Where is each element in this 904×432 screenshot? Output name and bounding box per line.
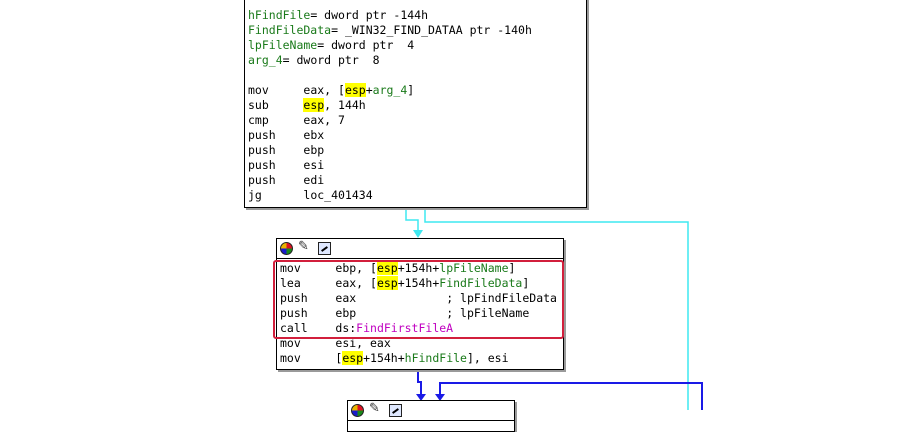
mnemonic: push	[248, 173, 304, 187]
instruction-line[interactable]: push edi	[248, 173, 532, 188]
var-name: lpFileName	[248, 38, 318, 52]
register-highlight: esp	[344, 83, 366, 97]
graph-icon[interactable]	[318, 242, 331, 255]
operand: loc_401434	[303, 188, 373, 202]
instruction-line[interactable]: mov [esp+154h+hFindFile], esi	[280, 351, 557, 366]
operand: +	[365, 83, 373, 97]
instruction-line[interactable]: mov eax, [esp+arg_4]	[248, 83, 532, 98]
register-highlight: esp	[342, 351, 364, 365]
mnemonic: mov	[248, 83, 304, 97]
var-def: = dword ptr -144h	[310, 8, 429, 22]
operand: edi	[303, 173, 325, 187]
var-def: = _WIN32_FIND_DATAA ptr -140h	[331, 23, 532, 37]
code-block-loop[interactable]	[347, 400, 515, 432]
mnemonic: push	[248, 128, 304, 142]
operand: eax, 7	[303, 113, 345, 127]
instruction-line[interactable]: push esi	[248, 158, 532, 173]
stack-var-line[interactable]: lpFileName= dword ptr 4	[248, 38, 532, 53]
edge-block2-to-block3	[417, 369, 422, 398]
var-ref: hFindFile	[404, 351, 467, 365]
mnemonic: mov	[280, 351, 336, 365]
stack-var-line[interactable]: hFindFile= dword ptr -144h	[248, 8, 532, 23]
block-header	[348, 401, 514, 421]
colorful-globe-icon[interactable]	[280, 242, 293, 255]
var-name: arg_4	[248, 53, 283, 67]
code-listing: hFindFile= dword ptr -144h FindFileData= …	[248, 8, 532, 203]
block-header	[277, 239, 563, 259]
operand: ], esi	[466, 351, 509, 365]
code-block-entry[interactable]: hFindFile= dword ptr -144h FindFileData= …	[244, 0, 587, 208]
edge-fallthrough-block1-to-block2	[405, 207, 419, 232]
register-highlight: esp	[303, 98, 325, 112]
mnemonic: push	[248, 143, 304, 157]
operand: esi	[303, 158, 325, 172]
operand: ebp	[303, 143, 325, 157]
var-def: = dword ptr 8	[282, 53, 380, 67]
operand: ]	[407, 83, 415, 97]
mnemonic: sub	[248, 98, 304, 112]
instruction-line[interactable]: jg loc_401434	[248, 188, 532, 203]
annotation-highlight-box	[273, 260, 564, 339]
instruction-line[interactable]: sub esp, 144h	[248, 98, 532, 113]
stack-var-line[interactable]: FindFileData= _WIN32_FIND_DATAA ptr -140…	[248, 23, 532, 38]
stack-var-line[interactable]: arg_4= dword ptr 8	[248, 53, 532, 68]
operand: +154h+	[363, 351, 405, 365]
colorful-globe-icon[interactable]	[351, 404, 364, 417]
operand: , 144h	[324, 98, 366, 112]
pencil-edit-icon[interactable]	[298, 239, 311, 255]
instruction-line[interactable]: push ebp	[248, 143, 532, 158]
pencil-edit-icon[interactable]	[369, 401, 382, 417]
var-name: FindFileData	[248, 23, 332, 37]
instruction-line[interactable]: push ebx	[248, 128, 532, 143]
operand: ebx	[303, 128, 325, 142]
edge-arrow-head	[413, 230, 423, 238]
var-name: hFindFile	[248, 8, 311, 22]
mnemonic: push	[248, 158, 304, 172]
instruction-line[interactable]: cmp eax, 7	[248, 113, 532, 128]
mnemonic: cmp	[248, 113, 304, 127]
var-ref: arg_4	[372, 83, 408, 97]
mnemonic: jg	[248, 188, 304, 202]
var-def: = dword ptr 4	[317, 38, 415, 52]
graph-icon[interactable]	[389, 404, 402, 417]
operand: eax, [	[303, 83, 345, 97]
